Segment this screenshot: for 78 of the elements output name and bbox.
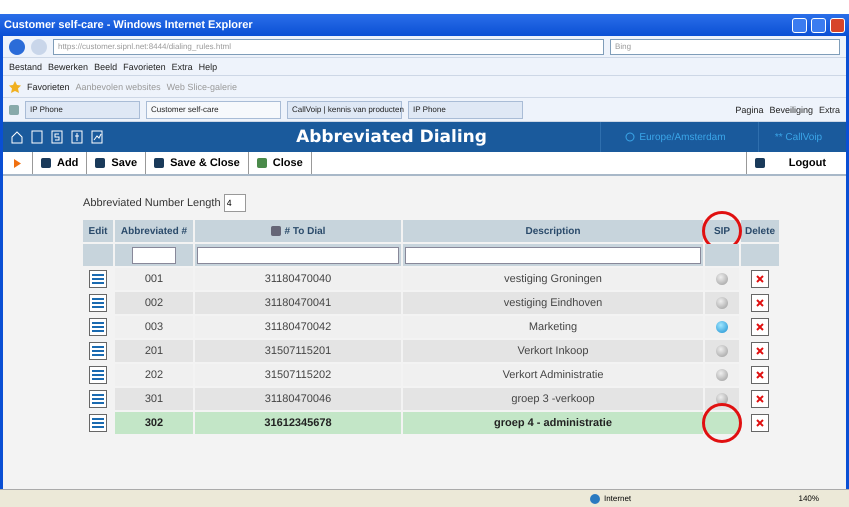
column-header[interactable]: Delete — [741, 220, 779, 242]
dollar-icon[interactable] — [51, 130, 63, 144]
menu-item[interactable]: Bestand — [9, 62, 42, 72]
table-cell: vestiging Eindhoven — [403, 292, 703, 314]
menu-item[interactable]: Beeld — [94, 62, 118, 72]
delete-icon — [756, 347, 764, 355]
table-cell: groep 4 - administratie — [403, 412, 703, 434]
browser-tab[interactable]: IP Phone — [25, 100, 140, 118]
home-icon[interactable] — [11, 130, 23, 144]
table-cell: 31507115201 — [195, 340, 401, 362]
command-menu[interactable]: Beveiliging — [769, 104, 813, 114]
filter-field[interactable] — [132, 246, 176, 264]
length-label: Abbreviated Number Length — [83, 197, 221, 209]
edit-button[interactable] — [89, 270, 107, 288]
table-cell: 002 — [115, 292, 193, 314]
browser-tab[interactable]: CallVoip | kennis van producten — [287, 100, 402, 118]
play-icon — [14, 158, 21, 168]
menu-item[interactable]: Bewerken — [48, 62, 88, 72]
edit-button[interactable] — [89, 414, 107, 432]
column-header[interactable]: Abbreviated # — [115, 220, 193, 242]
filter-cell — [741, 244, 779, 266]
window-title: Customer self-care - Windows Internet Explorer — [4, 19, 254, 31]
column-header[interactable]: Description — [403, 220, 703, 242]
close-button[interactable] — [830, 18, 845, 32]
edit-button[interactable] — [89, 318, 107, 336]
column-header[interactable]: Edit — [83, 220, 113, 242]
delete-button[interactable] — [751, 342, 769, 360]
back-button[interactable] — [9, 38, 25, 54]
timezone-text: Europe/Amsterdam — [639, 132, 726, 142]
column-header[interactable]: SIP — [705, 220, 739, 242]
table-cell: 201 — [115, 340, 193, 362]
zone-text: Internet — [604, 494, 632, 503]
globe-icon — [590, 494, 600, 504]
table-cell: 301 — [115, 388, 193, 410]
delete-icon — [756, 371, 764, 379]
menu-item[interactable]: Favorieten — [123, 62, 166, 72]
page-title: Abbreviated Dialing — [295, 127, 488, 147]
zoom-control[interactable]: 140% — [798, 494, 849, 503]
table-cell: Verkort Inkoop — [403, 340, 703, 362]
person-icon[interactable] — [71, 130, 83, 144]
filter-cell — [705, 244, 739, 266]
table-cell: 31180470041 — [195, 292, 401, 314]
menu-item[interactable]: Help — [198, 62, 218, 72]
clock-icon — [625, 132, 636, 142]
delete-button[interactable] — [751, 414, 769, 432]
delete-button[interactable] — [751, 390, 769, 408]
table-cell: 31180470046 — [195, 388, 401, 410]
command-menu[interactable]: Pagina — [735, 104, 764, 114]
maximize-button[interactable] — [811, 18, 826, 32]
delete-icon — [756, 395, 764, 403]
favorites-button[interactable]: Favorieten — [27, 82, 70, 92]
edit-button[interactable] — [89, 294, 107, 312]
table-cell: 302 — [115, 412, 193, 434]
user-name: ** CallVoip — [774, 132, 822, 142]
minimize-button[interactable] — [792, 18, 807, 32]
delete-icon — [756, 275, 764, 283]
delete-button[interactable] — [751, 366, 769, 384]
chart-icon[interactable] — [91, 130, 103, 144]
delete-icon — [756, 299, 764, 307]
delete-button[interactable] — [751, 294, 769, 312]
length-input[interactable]: 4 — [224, 194, 246, 212]
column-header[interactable]: # To Dial — [195, 220, 401, 242]
browser-tab[interactable]: IP Phone — [408, 100, 523, 118]
edit-button[interactable] — [89, 366, 107, 384]
table-cell: groep 3 -verkoop — [403, 388, 703, 410]
menu-item[interactable]: Extra — [172, 62, 193, 72]
edit-button[interactable] — [89, 342, 107, 360]
delete-icon — [756, 323, 764, 331]
edit-button[interactable] — [89, 390, 107, 408]
delete-button[interactable] — [751, 318, 769, 336]
filter-cell — [83, 244, 113, 266]
list-icon[interactable] — [31, 130, 43, 144]
table-cell: 31612345678 — [195, 412, 401, 434]
browser-tab[interactable]: Customer self-care — [146, 100, 281, 118]
delete-icon — [756, 419, 764, 427]
star-icon — [9, 80, 21, 92]
command-menu[interactable]: Extra — [818, 104, 840, 114]
delete-button[interactable] — [751, 270, 769, 288]
